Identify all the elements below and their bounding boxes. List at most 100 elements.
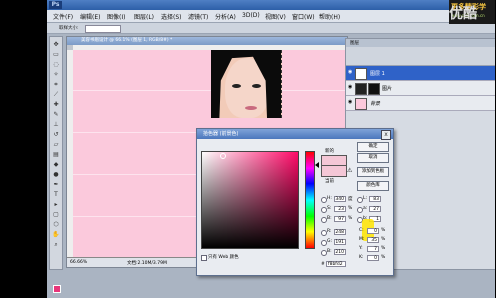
color-picker-cursor[interactable]	[220, 153, 226, 159]
portrait-photo	[211, 50, 282, 118]
eraser-tool-icon[interactable]: ▱	[52, 141, 60, 148]
brush-tool-icon[interactable]: ✎	[52, 111, 60, 118]
c-field[interactable]: 0	[367, 228, 379, 234]
eyedropper-tool-icon[interactable]: ⟋	[52, 91, 60, 98]
hue-slider[interactable]	[305, 151, 315, 249]
sample-size-label: 取样大小:	[59, 26, 79, 31]
healing-tool-icon[interactable]: ✚	[52, 101, 60, 108]
crop-tool-icon[interactable]: ⌗	[52, 81, 60, 88]
lasso-tool-icon[interactable]: ◌	[52, 61, 60, 68]
layers-options	[346, 47, 495, 66]
gamut-warning-icon[interactable]: ⚠	[347, 167, 352, 174]
eye-icon[interactable]: ◉	[348, 85, 353, 90]
hand-tool-icon[interactable]: ✋	[52, 231, 60, 238]
screen: Ps 文件(F) 编辑(E) 图像(I) 图层(L) 选择(S) 滤镜(T) 分…	[0, 0, 496, 298]
l-field[interactable]: 83	[369, 196, 381, 202]
layer-row[interactable]: ◉ 图片	[346, 81, 495, 96]
k-label: K:	[359, 255, 364, 260]
path-select-tool-icon[interactable]: ▸	[52, 201, 60, 208]
close-button[interactable]: x	[381, 130, 391, 140]
ok-button[interactable]: 确定	[357, 142, 389, 152]
foreground-color-swatch[interactable]	[53, 285, 61, 293]
eye-icon[interactable]: ◉	[348, 70, 353, 75]
menu-file[interactable]: 文件(F)	[53, 12, 73, 21]
ps-logo: Ps	[49, 1, 62, 9]
document-tab[interactable]: 美容书眉设计 @ 66.1% (图层 1, RGB/8#) *	[67, 37, 347, 45]
s-unit: %	[348, 206, 353, 211]
current-color-swatch[interactable]	[321, 165, 347, 177]
b-unit: %	[348, 216, 353, 221]
layer-row[interactable]: ◉ 图层 1	[346, 66, 495, 81]
right-eye	[252, 84, 261, 88]
saturation-brightness-field[interactable]	[201, 151, 299, 249]
shape-tool-icon[interactable]: ▢	[52, 211, 60, 218]
layer-name: 图片	[382, 86, 393, 92]
y-unit: %	[381, 246, 386, 251]
b-field[interactable]: 97	[334, 216, 346, 222]
magic-wand-tool-icon[interactable]: ✧	[52, 71, 60, 78]
menu-view[interactable]: 视图(V)	[265, 12, 286, 21]
type-tool-icon[interactable]: T	[52, 191, 60, 198]
dialog-title: 拾色器 (前景色)	[203, 131, 239, 137]
menu-help[interactable]: 帮助(H)	[319, 12, 340, 21]
k-unit: %	[381, 255, 386, 260]
stamp-tool-icon[interactable]: ⊥	[52, 121, 60, 128]
menu-layer[interactable]: 图层(L)	[134, 12, 154, 21]
color-libraries-button[interactable]: 颜色库	[357, 181, 389, 191]
r-field[interactable]: 248	[334, 229, 346, 235]
layer-row[interactable]: ◉ 背景	[346, 96, 495, 111]
menu-filter[interactable]: 滤镜(T)	[188, 12, 208, 21]
hue-slider-arrow-icon[interactable]	[315, 162, 319, 168]
move-tool-icon[interactable]: ✥	[52, 41, 60, 48]
s-field[interactable]: 23	[334, 206, 346, 212]
a-label: a:	[363, 206, 368, 211]
cancel-button[interactable]: 取消	[357, 153, 389, 163]
layer-name: 背景	[370, 101, 381, 107]
gradient-tool-icon[interactable]: ▤	[52, 151, 60, 158]
new-color-label: 新的	[325, 149, 334, 154]
zoom-tool-icon[interactable]: ⌕	[52, 241, 60, 248]
lips	[245, 106, 257, 110]
options-bar: 取样大小:	[47, 23, 495, 34]
l-label: L:	[363, 196, 368, 201]
3d-tool-icon[interactable]: ⬡	[52, 221, 60, 228]
web-only-checkbox[interactable]	[201, 255, 207, 261]
m-unit: %	[381, 237, 386, 242]
add-to-swatches-button[interactable]: 添加到色板	[357, 167, 389, 177]
layer-thumbnail	[355, 68, 367, 80]
k-field[interactable]: 0	[367, 255, 379, 261]
hex-field[interactable]: f8bfd2	[326, 261, 346, 267]
blue-field[interactable]: 210	[334, 249, 346, 255]
r-label: R:	[327, 229, 332, 234]
y-field[interactable]: 7	[367, 246, 379, 252]
dodge-tool-icon[interactable]: ●	[52, 171, 60, 178]
sample-size-select[interactable]	[85, 25, 121, 33]
menu-edit[interactable]: 编辑(E)	[80, 12, 100, 21]
tab-layers[interactable]: 图层	[350, 40, 359, 46]
b-label: B:	[327, 216, 332, 221]
menu-window[interactable]: 窗口(W)	[292, 12, 315, 21]
layer-thumbnail	[355, 98, 367, 110]
history-brush-tool-icon[interactable]: ↺	[52, 131, 60, 138]
layer-name: 图层 1	[370, 71, 385, 77]
pen-tool-icon[interactable]: ✒	[52, 181, 60, 188]
c-label: C:	[359, 228, 364, 233]
web-only-label: 只有 Web 颜色	[208, 255, 239, 260]
menu-3d[interactable]: 3D(D)	[242, 12, 260, 19]
document-title: 美容书眉设计 @ 66.1% (图层 1, RGB/8#) *	[81, 38, 173, 43]
zoom-level[interactable]: 66.66%	[70, 260, 87, 265]
marquee-tool-icon[interactable]: ▭	[52, 51, 60, 58]
a-field[interactable]: 27	[369, 206, 381, 212]
menu-select[interactable]: 选择(S)	[161, 12, 182, 21]
menu-analysis[interactable]: 分析(A)	[215, 12, 236, 21]
g-field[interactable]: 191	[334, 239, 346, 245]
blur-tool-icon[interactable]: ◆	[52, 161, 60, 168]
menu-image[interactable]: 图像(I)	[107, 12, 125, 21]
y-label: Y:	[359, 246, 363, 251]
m-field[interactable]: 35	[367, 237, 379, 243]
guide-line	[73, 90, 347, 91]
youku-logo: 优酷	[449, 6, 477, 22]
h-field[interactable]: 340	[334, 196, 346, 202]
c-unit: %	[381, 228, 386, 233]
eye-icon[interactable]: ◉	[348, 100, 353, 105]
